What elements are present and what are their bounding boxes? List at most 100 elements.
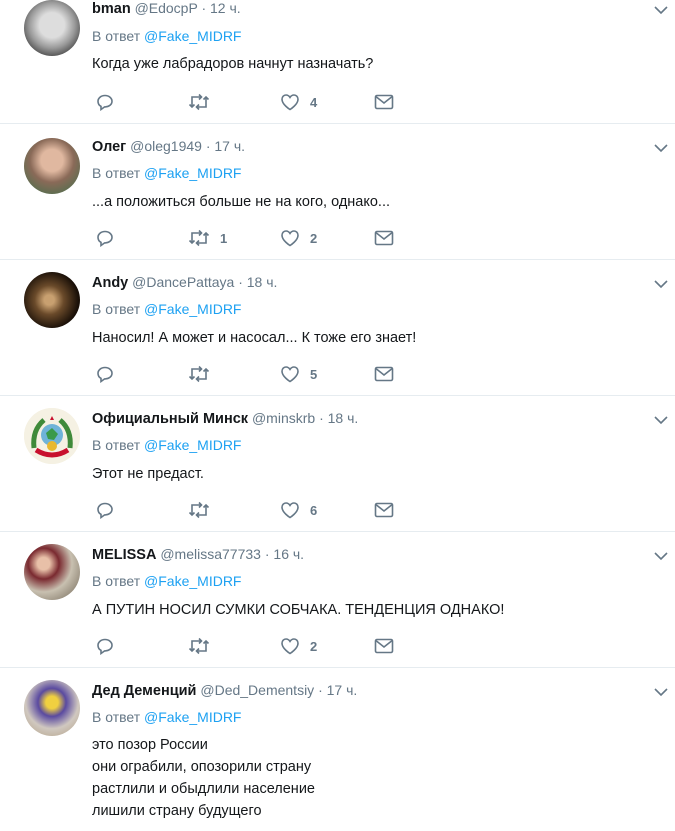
tweet-text: А ПУТИН НОСИЛ СУМКИ СОБЧАКА. ТЕНДЕНЦИЯ О…: [92, 599, 504, 621]
tweet[interactable]: bman @EdocpP · 12 ч. В ответ @Fake_MIDRF…: [0, 0, 675, 124]
reply-button[interactable]: [96, 636, 124, 656]
timestamp[interactable]: 17 ч.: [327, 682, 358, 698]
tweet-text-line: Когда уже лабрадоров начнут назначать?: [92, 56, 374, 72]
like-count: 2: [310, 230, 318, 246]
envelope-icon: [374, 502, 394, 518]
reply-mention-link[interactable]: @Fake_MIDRF: [144, 573, 241, 589]
reply-mention-link[interactable]: @Fake_MIDRF: [144, 709, 241, 725]
like-button[interactable]: 5: [280, 364, 317, 384]
reply-prefix: В ответ: [92, 301, 141, 317]
reply-mention-link[interactable]: @Fake_MIDRF: [144, 165, 241, 181]
tweet-actions: 5: [92, 364, 412, 384]
tweet-text: ...а положиться больше не на кого, однак…: [92, 191, 390, 213]
heart-icon: [281, 366, 299, 383]
tweet[interactable]: Официальный Минск @minskrb · 18 ч. В отв…: [0, 396, 675, 532]
tweet-header: MELISSA @melissa77733 · 16 ч.: [92, 546, 304, 563]
separator-dot: ·: [201, 0, 207, 16]
message-button[interactable]: [374, 92, 394, 112]
author-name[interactable]: Andy: [92, 275, 128, 291]
reply-icon: [97, 366, 113, 383]
timestamp[interactable]: 16 ч.: [273, 546, 304, 562]
separator-dot: ·: [319, 410, 324, 426]
reply-context: В ответ @Fake_MIDRF: [92, 301, 241, 317]
reply-mention-link[interactable]: @Fake_MIDRF: [144, 437, 241, 453]
like-button[interactable]: 4: [280, 92, 317, 112]
chevron-down-icon[interactable]: [653, 548, 669, 564]
author-handle[interactable]: @melissa77733: [160, 546, 261, 562]
retweet-count: 1: [220, 230, 228, 246]
avatar[interactable]: [24, 408, 80, 464]
tweet[interactable]: Дед Деменций @Ded_Dementsiy · 17 ч. В от…: [0, 668, 675, 831]
chevron-down-icon[interactable]: [653, 140, 669, 156]
envelope-icon: [374, 230, 394, 246]
author-name[interactable]: MELISSA: [92, 547, 156, 563]
like-button[interactable]: 6: [280, 500, 317, 520]
reply-icon: [97, 230, 113, 247]
author-name[interactable]: bman: [92, 1, 131, 17]
like-button[interactable]: 2: [280, 228, 317, 248]
like-button[interactable]: 2: [280, 636, 317, 656]
author-handle[interactable]: @Ded_Dementsiy: [200, 682, 314, 698]
reply-icon: [97, 94, 113, 111]
retweet-icon: [188, 229, 210, 247]
message-button[interactable]: [374, 636, 394, 656]
tweet-header: Andy @DancePattaya · 18 ч.: [92, 274, 277, 291]
retweet-icon: [188, 93, 210, 111]
tweet-text-line: растлили и обыдлили население: [92, 781, 315, 797]
tweet[interactable]: Олег @oleg1949 · 17 ч. В ответ @Fake_MID…: [0, 124, 675, 260]
like-count: 6: [310, 502, 318, 518]
reply-button[interactable]: [96, 500, 124, 520]
author-name[interactable]: Олег: [92, 139, 126, 155]
reply-context: В ответ @Fake_MIDRF: [92, 437, 241, 453]
tweet-actions: 2: [92, 636, 412, 656]
timestamp[interactable]: 18 ч.: [328, 410, 359, 426]
reply-mention-link[interactable]: @Fake_MIDRF: [144, 28, 241, 44]
retweet-button[interactable]: [188, 636, 220, 656]
author-handle[interactable]: @DancePattaya: [132, 274, 234, 290]
author-handle[interactable]: @EdocpP: [135, 0, 198, 16]
reply-button[interactable]: [96, 92, 124, 112]
message-button[interactable]: [374, 228, 394, 248]
avatar[interactable]: [24, 272, 80, 328]
reply-mention-link[interactable]: @Fake_MIDRF: [144, 301, 241, 317]
retweet-button[interactable]: [188, 500, 220, 520]
timestamp[interactable]: 17 ч.: [214, 138, 245, 154]
like-count: 5: [310, 366, 318, 382]
reply-button[interactable]: [96, 228, 124, 248]
avatar[interactable]: [24, 138, 80, 194]
reply-prefix: В ответ: [92, 573, 141, 589]
tweet[interactable]: MELISSA @melissa77733 · 16 ч. В ответ @F…: [0, 532, 675, 668]
reply-button[interactable]: [96, 364, 124, 384]
retweet-icon: [188, 501, 210, 519]
author-name[interactable]: Официальный Минск: [92, 411, 248, 427]
reply-context: В ответ @Fake_MIDRF: [92, 709, 241, 725]
envelope-icon: [374, 366, 394, 382]
timestamp[interactable]: 18 ч.: [247, 274, 278, 290]
tweet-text-line: это позор России: [92, 737, 208, 753]
avatar[interactable]: [24, 544, 80, 600]
tweet-text-line: Этот не предаст.: [92, 466, 204, 482]
author-handle[interactable]: @oleg1949: [130, 138, 202, 154]
timestamp[interactable]: 12 ч.: [210, 0, 241, 16]
chevron-down-icon[interactable]: [653, 276, 669, 292]
message-button[interactable]: [374, 364, 394, 384]
tweet-actions: 6: [92, 500, 412, 520]
author-handle[interactable]: @minskrb: [252, 410, 315, 426]
chevron-down-icon[interactable]: [653, 412, 669, 428]
reply-context: В ответ @Fake_MIDRF: [92, 28, 241, 44]
chevron-down-icon[interactable]: [653, 2, 669, 18]
tweet-text-line: Наносил! А может и насосал... К тоже его…: [92, 330, 417, 346]
message-button[interactable]: [374, 500, 394, 520]
reply-context: В ответ @Fake_MIDRF: [92, 573, 241, 589]
reply-prefix: В ответ: [92, 28, 141, 44]
retweet-button[interactable]: 1: [188, 228, 227, 248]
avatar[interactable]: [24, 680, 80, 736]
tweet[interactable]: Andy @DancePattaya · 18 ч. В ответ @Fake…: [0, 260, 675, 396]
retweet-button[interactable]: [188, 364, 220, 384]
chevron-down-icon[interactable]: [653, 684, 669, 700]
author-name[interactable]: Дед Деменций: [92, 683, 196, 699]
separator-dot: ·: [238, 274, 243, 290]
avatar[interactable]: [24, 0, 80, 56]
retweet-button[interactable]: [188, 92, 220, 112]
heart-icon: [281, 502, 299, 519]
